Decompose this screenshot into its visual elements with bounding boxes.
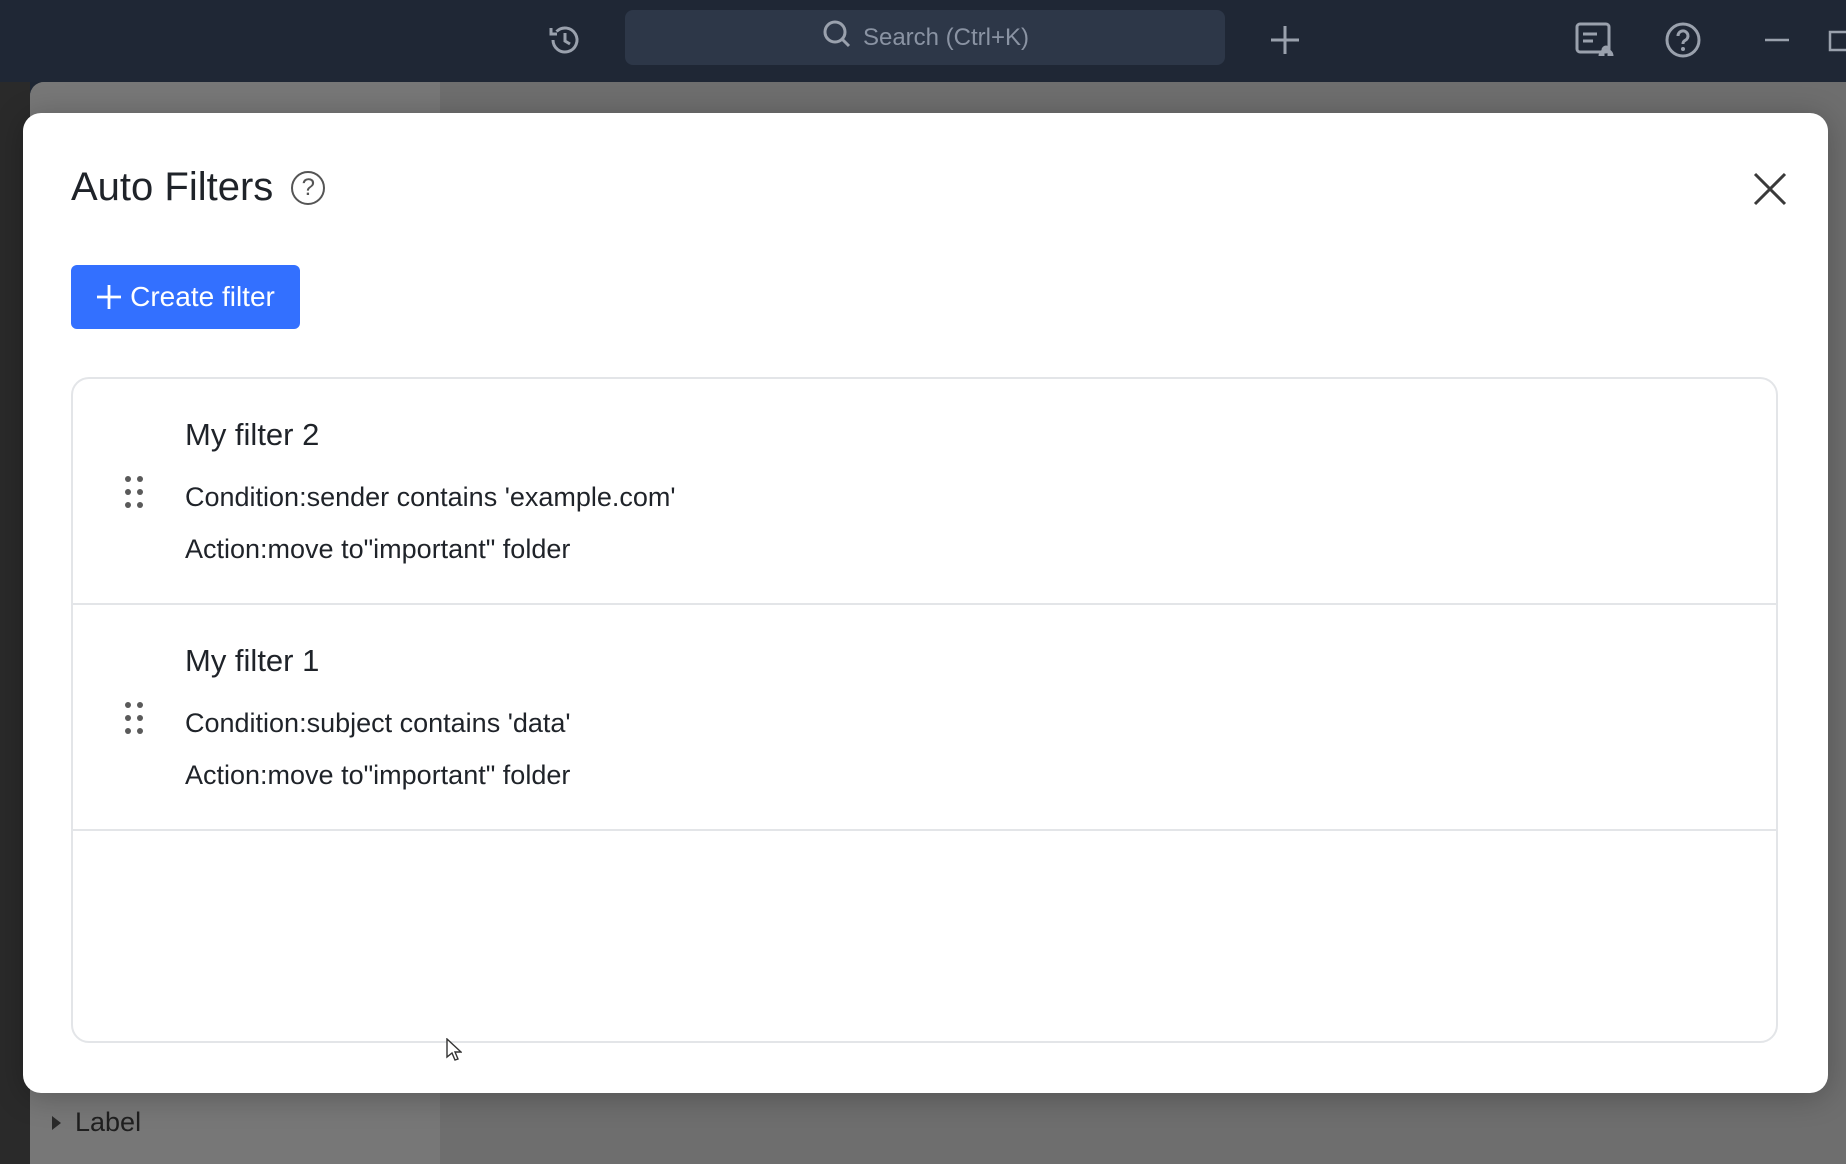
auto-filters-dialog: Auto Filters ? Create filter My filter 2… bbox=[23, 113, 1828, 1093]
sidebar-item-label-text: Label bbox=[75, 1107, 142, 1137]
search-placeholder: Search (Ctrl+K) bbox=[862, 23, 1030, 51]
mouse-cursor-icon bbox=[446, 1037, 463, 1067]
sidebar-item-label[interactable]: Label bbox=[52, 1107, 141, 1138]
caret-right-icon bbox=[52, 1115, 61, 1130]
notification-settings-icon[interactable] bbox=[1570, 15, 1620, 65]
dialog-header: Auto Filters ? bbox=[71, 165, 326, 210]
minimize-icon[interactable] bbox=[1752, 15, 1802, 65]
search-input[interactable]: Search (Ctrl+K) bbox=[625, 10, 1225, 65]
add-icon[interactable] bbox=[1260, 15, 1310, 65]
title-bar: Search (Ctrl+K) bbox=[0, 0, 1846, 82]
filter-name: My filter 1 bbox=[185, 643, 320, 678]
create-filter-label: Create filter bbox=[130, 281, 275, 312]
filter-action: Action:move to"important" folder bbox=[185, 534, 571, 564]
close-icon bbox=[1753, 172, 1787, 206]
drag-handle-icon[interactable] bbox=[123, 700, 145, 736]
drag-handle-icon[interactable] bbox=[123, 474, 145, 510]
history-icon[interactable] bbox=[540, 15, 590, 65]
close-button[interactable] bbox=[1752, 171, 1788, 207]
help-icon[interactable]: ? bbox=[291, 170, 326, 205]
maximize-icon[interactable] bbox=[1820, 15, 1846, 65]
filter-item[interactable]: My filter 2 Condition:sender contains 'e… bbox=[73, 379, 1776, 605]
filter-item[interactable]: My filter 1 Condition:subject contains '… bbox=[73, 605, 1776, 831]
help-icon[interactable] bbox=[1658, 15, 1708, 65]
dialog-title: Auto Filters bbox=[71, 165, 274, 209]
filter-action: Action:move to"important" folder bbox=[185, 760, 571, 790]
filter-name: My filter 2 bbox=[185, 417, 320, 452]
filter-condition: Condition:subject contains 'data' bbox=[185, 708, 571, 738]
plus-icon bbox=[97, 285, 122, 309]
filter-list: My filter 2 Condition:sender contains 'e… bbox=[71, 377, 1778, 1043]
create-filter-button[interactable]: Create filter bbox=[71, 265, 300, 329]
filter-condition: Condition:sender contains 'example.com' bbox=[185, 482, 676, 512]
search-icon bbox=[821, 18, 853, 57]
